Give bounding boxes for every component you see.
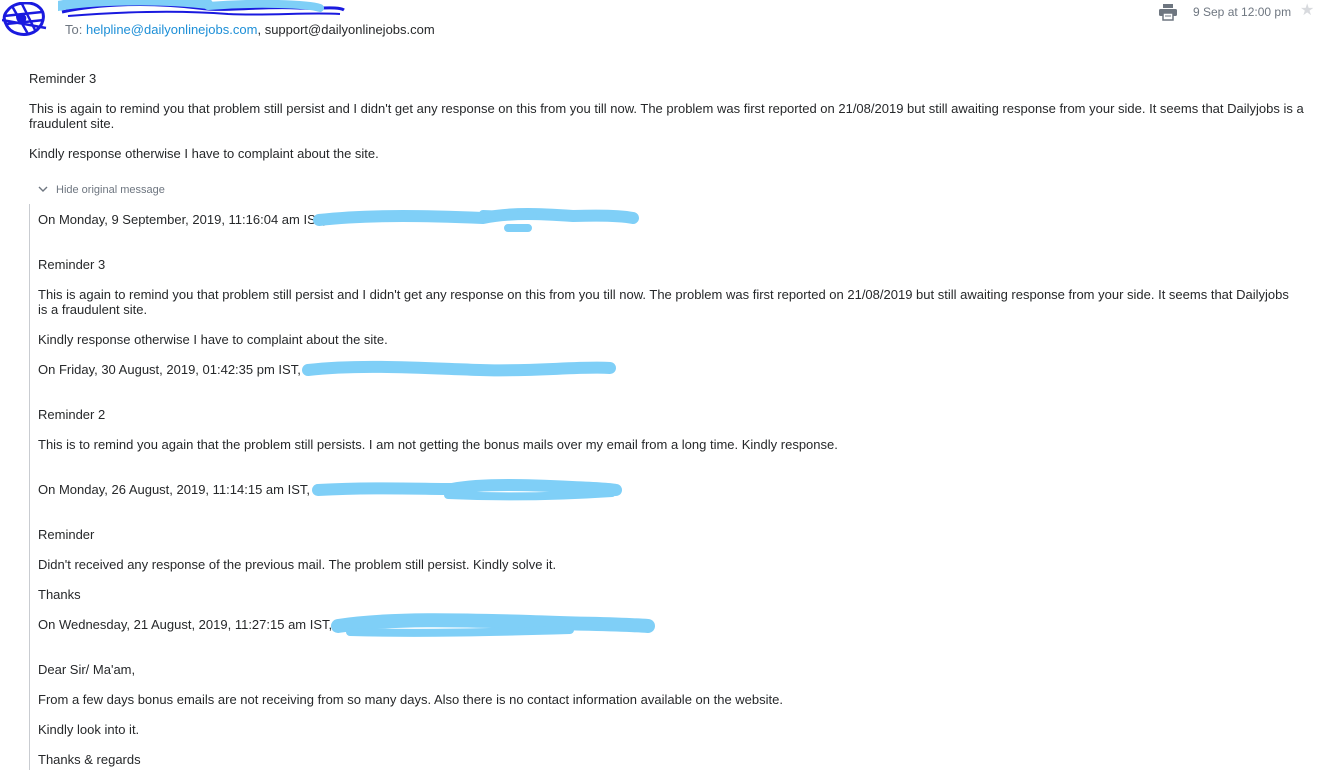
recipient-link[interactable]: support@dailyonlinejobs.com	[265, 22, 435, 37]
chevron-down-icon	[38, 183, 50, 197]
quoted-title: Reminder 3	[38, 257, 106, 272]
quoted-header: On Friday, 30 August, 2019, 01:42:35 pm …	[38, 362, 301, 377]
quoted-paragraph: Kindly response otherwise I have to comp…	[38, 332, 388, 347]
message-title: Reminder 3	[29, 71, 97, 86]
email-redaction	[313, 208, 639, 232]
email-redaction	[312, 479, 622, 501]
quoted-header: On Monday, 9 September, 2019, 11:16:04 a…	[38, 212, 326, 227]
hide-original-label: Hide original message	[56, 184, 165, 196]
star-icon[interactable]: ★	[1300, 2, 1314, 20]
email-view: To: helpline@dailyonlinejobs.com, suppor…	[0, 0, 1328, 770]
avatar	[2, 2, 47, 36]
recipients-line: To: helpline@dailyonlinejobs.com, suppor…	[65, 22, 435, 38]
email-redaction	[302, 360, 616, 377]
email-redaction	[331, 613, 655, 637]
recipient-separator: ,	[257, 22, 262, 37]
quoted-paragraph: Didn't received any response of the prev…	[38, 557, 557, 572]
quoted-header: On Wednesday, 21 August, 2019, 11:27:15 …	[38, 617, 333, 632]
quoted-paragraph: This is again to remind you that problem…	[38, 287, 1289, 317]
message-date: 9 Sep at 12:00 pm	[1193, 5, 1292, 19]
to-label: To:	[65, 22, 83, 37]
quoted-title: Reminder	[38, 527, 95, 542]
message-paragraph: Kindly response otherwise I have to comp…	[29, 146, 379, 161]
quoted-closing: Thanks & regards	[38, 752, 141, 767]
quoted-title: Reminder 2	[38, 407, 106, 422]
print-icon[interactable]	[1158, 3, 1178, 21]
quoted-greeting: Dear Sir/ Ma'am,	[38, 662, 136, 677]
recipient-link[interactable]: helpline@dailyonlinejobs.com	[86, 22, 257, 37]
quoted-header: On Monday, 26 August, 2019, 11:14:15 am …	[38, 482, 310, 497]
quoted-paragraph: From a few days bonus emails are not rec…	[38, 692, 783, 707]
message-paragraph: This is again to remind you that problem…	[29, 101, 1304, 131]
quote-border	[29, 204, 30, 770]
quoted-paragraph: This is to remind you again that the pro…	[38, 437, 838, 452]
message-header: To: helpline@dailyonlinejobs.com, suppor…	[0, 0, 1328, 48]
sender-name-redaction	[58, 0, 345, 17]
quoted-paragraph: Thanks	[38, 587, 81, 602]
hide-original-toggle[interactable]: Hide original message	[38, 183, 165, 197]
quoted-paragraph: Kindly look into it.	[38, 722, 140, 737]
